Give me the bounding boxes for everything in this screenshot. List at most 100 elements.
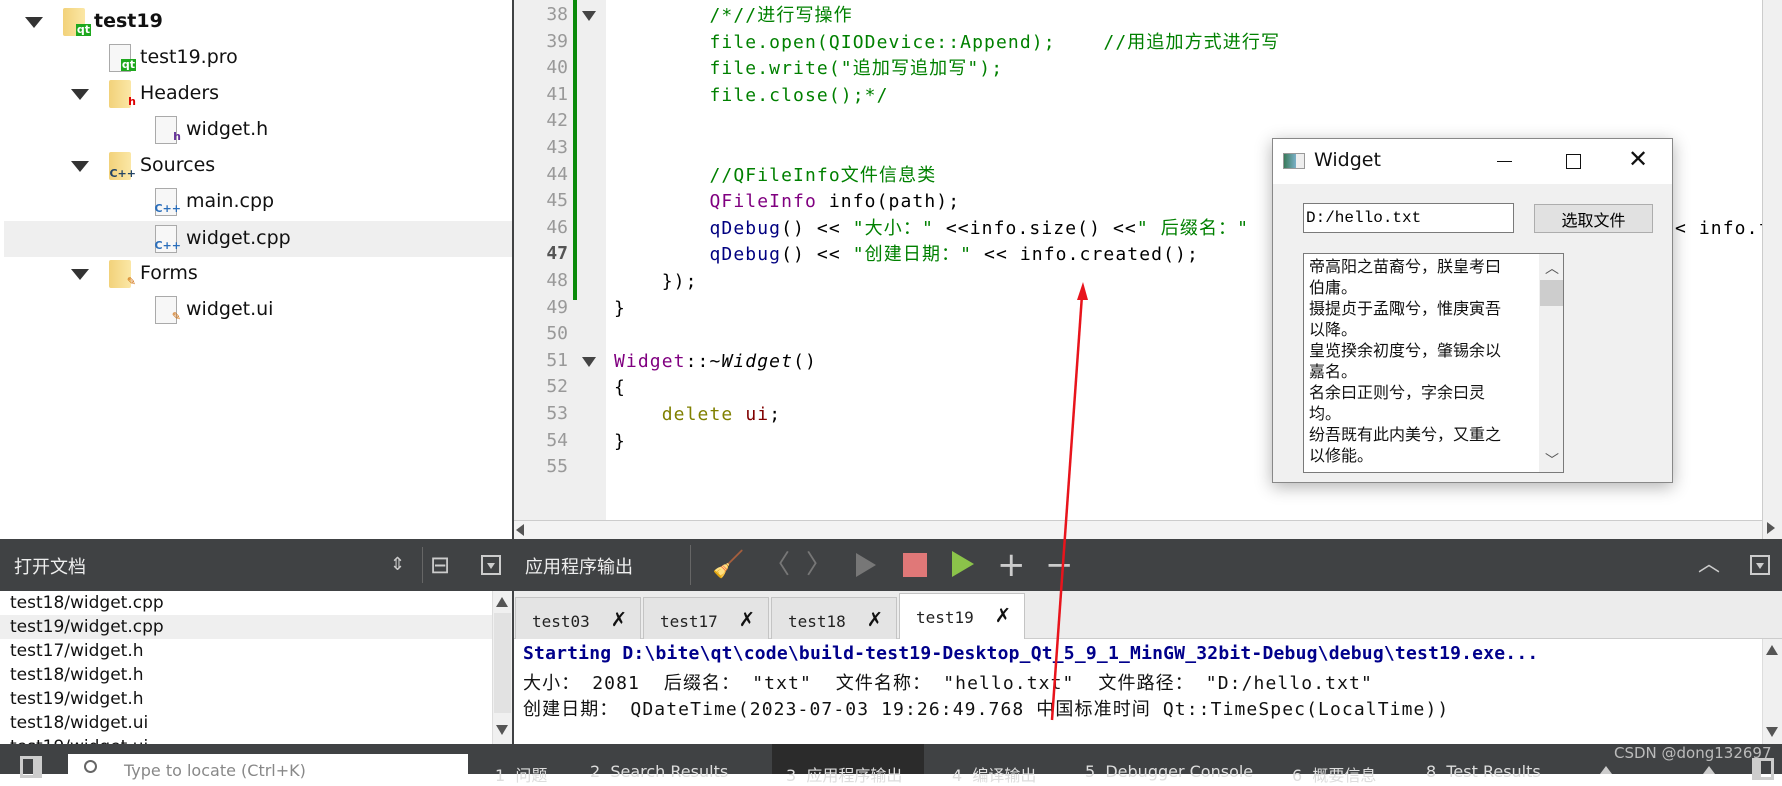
locator-search-input[interactable]: Type to locate (Ctrl+K) (68, 754, 468, 780)
scroll-thumb[interactable] (494, 613, 511, 713)
status-item[interactable]: 6 概要信息 (1292, 762, 1376, 786)
zoom-in-plus-icon[interactable]: + (997, 539, 1026, 591)
code-line: }); (614, 269, 698, 295)
line-number: 41 (546, 83, 568, 105)
fold-arrow-icon[interactable] (582, 356, 596, 367)
maximize-button[interactable] (1566, 154, 1581, 169)
editor-horizontal-scrollbar[interactable] (514, 520, 1762, 539)
debug-run-icon[interactable] (952, 551, 974, 577)
textedit-scrollbar[interactable]: ︿ ﹀ (1539, 254, 1563, 472)
open-document-item[interactable]: test18/widget.ui (0, 711, 492, 735)
output-tab-test17[interactable]: test17 ✗ (643, 597, 769, 639)
output-tab-test03[interactable]: test03 ✗ (515, 597, 641, 639)
code-token: //QFileInfo文件信息类 (614, 164, 937, 186)
open-document-item[interactable]: test19/widget.h (0, 687, 492, 711)
code-token: Widget (721, 350, 794, 372)
code-line: Widget::~Widget() (614, 349, 817, 375)
scroll-down-icon[interactable] (496, 725, 508, 735)
output-pane-title: 应用程序输出 (525, 557, 633, 578)
arrow-up-icon[interactable] (1703, 766, 1715, 774)
modified-lines-marker (573, 0, 577, 300)
tab-label: test19 (916, 608, 974, 627)
scroll-up-icon[interactable]: ︿ (1545, 258, 1559, 278)
file-content-textedit[interactable]: 帝高阳之苗裔兮，朕皇考曰 伯庸。 摄提贞于孟陬兮，惟庚寅吾 以降。 皇览揆余初度兮，肇锡… (1303, 253, 1564, 473)
status-item[interactable]: 4 编译输出 (952, 762, 1036, 786)
status-item[interactable]: 8 Test Results (1426, 762, 1541, 781)
close-button[interactable]: ✕ (1628, 145, 1648, 173)
text-line: 摄提贞于孟陬兮，惟庚寅吾 (1309, 299, 1502, 318)
close-tab-icon[interactable]: ✗ (612, 604, 626, 632)
scroll-down-icon[interactable] (1766, 727, 1778, 737)
sort-updown-icon[interactable]: ⇕ (390, 539, 405, 591)
window-title-bar[interactable]: Widget ✕ (1273, 139, 1672, 184)
scroll-right-icon[interactable] (1767, 522, 1775, 534)
code-line: file.close();*/ (614, 83, 889, 109)
app-icon (1283, 153, 1305, 169)
widget-app-window: Widget ✕ 选取文件 帝高阳之苗裔兮，朕皇考曰伯庸。摄提贞于孟陬兮，惟庚寅… (1272, 138, 1673, 483)
tab-label: test17 (660, 612, 718, 631)
output-tab-bar: test03 ✗ test17 ✗ test18 ✗ test19 ✗ (514, 591, 1782, 640)
close-tab-icon[interactable]: ✗ (996, 600, 1010, 628)
minimize-button[interactable] (1497, 161, 1512, 162)
scroll-down-icon[interactable]: ﹀ (1545, 450, 1559, 470)
status-item[interactable]: 5 Debugger Console (1085, 762, 1253, 781)
code-line: qDebug() << "创建日期：" << info.created(); (614, 242, 1199, 268)
open-document-item[interactable]: test18/widget.cpp (0, 591, 492, 615)
text-line: 均。 (1309, 404, 1342, 423)
maximize-pane-chevron-icon[interactable]: ︿ (1698, 539, 1720, 591)
close-tab-icon[interactable]: ✗ (740, 604, 754, 632)
fold-arrow-icon[interactable] (582, 11, 596, 21)
code-token: () << (781, 244, 853, 266)
open-document-item[interactable]: test18/widget.h (0, 663, 492, 687)
scroll-left-icon[interactable] (516, 524, 524, 536)
scroll-up-icon[interactable] (1766, 645, 1778, 655)
code-line: delete ui; (614, 402, 781, 428)
output-line: Starting D:\bite\qt\code\build-test19-De… (523, 643, 1539, 664)
open-document-item[interactable]: test17/widget.h (0, 639, 492, 663)
toggle-sidebar-icon[interactable] (20, 756, 42, 778)
status-item[interactable]: 1 问题 (495, 762, 547, 786)
code-token: ; (769, 404, 782, 425)
output-tab-test19[interactable]: test19 ✗ (899, 593, 1025, 640)
scroll-up-icon[interactable] (496, 597, 508, 607)
scroll-thumb[interactable] (1540, 280, 1563, 306)
code-token: " 后缀名：" (1136, 217, 1250, 239)
line-number: 54 (546, 429, 568, 451)
split-icon[interactable]: ⊟ (430, 539, 450, 591)
run-icon[interactable] (856, 553, 876, 577)
code-token: { (614, 377, 626, 399)
file-path-input[interactable] (1303, 203, 1514, 233)
close-pane-icon[interactable] (481, 555, 501, 575)
close-output-pane-icon[interactable] (1750, 555, 1770, 575)
window-title: Widget (1314, 149, 1381, 171)
close-tab-icon[interactable]: ✗ (868, 604, 882, 632)
output-scrollbar[interactable] (1762, 639, 1782, 744)
open-document-item[interactable]: test19/widget.ui (0, 735, 492, 744)
code-token: QFileInfo (709, 191, 817, 213)
code-token: << info.created(); (972, 244, 1199, 266)
editor-vertical-scrollbar[interactable] (1762, 0, 1782, 539)
next-icon[interactable]: 〉 (806, 539, 832, 591)
output-tab-test18[interactable]: test18 ✗ (771, 597, 897, 639)
code-line: } (614, 429, 626, 455)
code-token: delete (661, 404, 734, 425)
code-line-tail: < info.f (1675, 217, 1771, 239)
code-line: file.open(QIODevice::Append); //用追加方式进行写 (614, 30, 1280, 56)
open-document-item[interactable]: test19/widget.cpp (0, 615, 492, 639)
open-documents-scrollbar[interactable] (492, 591, 512, 744)
status-item[interactable]: 2 Search Results (590, 762, 728, 781)
status-item[interactable]: 3 应用程序输出 (786, 762, 902, 786)
clear-broom-icon[interactable]: 🧹 (712, 539, 744, 591)
line-number: 55 (546, 456, 568, 478)
zoom-out-minus-icon[interactable]: − (1045, 539, 1074, 591)
select-file-button[interactable]: 选取文件 (1534, 204, 1653, 233)
application-output: Starting D:\bite\qt\code\build-test19-De… (514, 639, 1762, 744)
arrow-up-icon[interactable] (1600, 766, 1612, 774)
status-bar: Type to locate (Ctrl+K) 1 问题 2 Search Res… (0, 744, 1782, 785)
line-number: 47 (546, 243, 568, 265)
text-line: 帝高阳之苗裔兮，朕皇考曰 (1309, 257, 1502, 276)
code-token: } (614, 430, 626, 452)
line-number: 40 (546, 57, 568, 79)
stop-icon[interactable] (903, 553, 927, 577)
previous-icon[interactable]: 〈 (764, 539, 790, 591)
